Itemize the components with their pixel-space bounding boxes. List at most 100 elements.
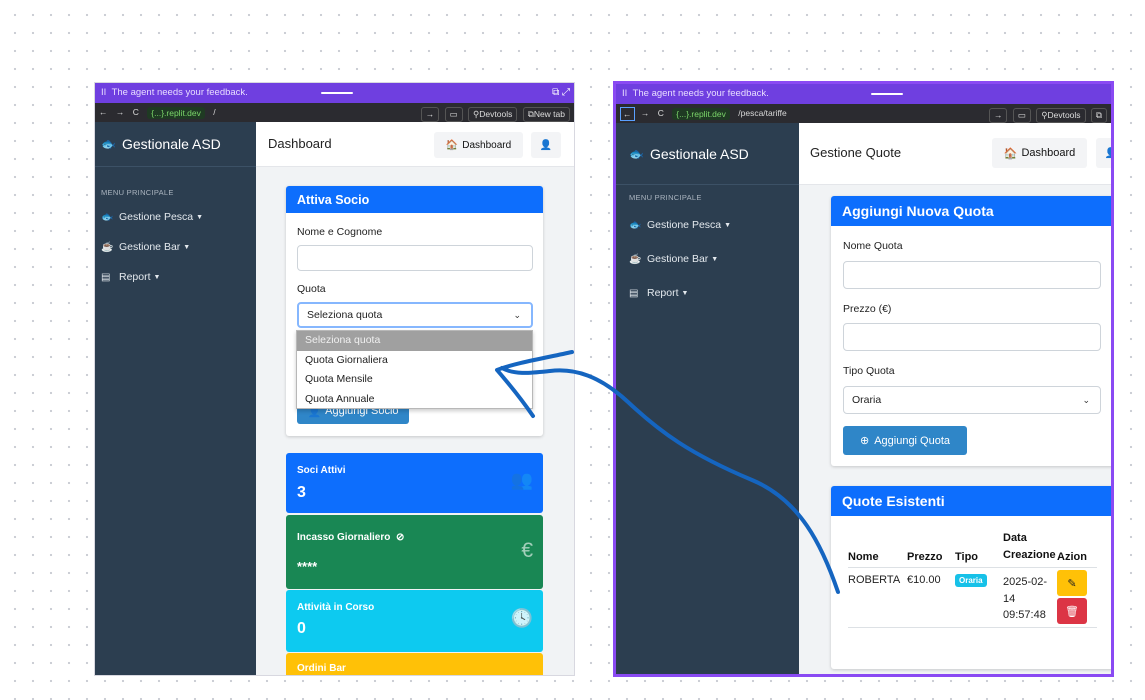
dropdown-option[interactable]: Quota Annuale: [297, 390, 532, 410]
caret-down-icon: ▼: [724, 221, 732, 229]
coffee-icon: ☕: [629, 253, 642, 265]
new-tab-button[interactable]: ⧉ New tab: [522, 107, 570, 123]
nome-quota-input[interactable]: [843, 261, 1101, 289]
brand[interactable]: 🐟 Gestionale ASD: [95, 122, 256, 167]
drag-handle[interactable]: [321, 92, 353, 94]
stat-card-incasso[interactable]: Incasso Giornaliero ⊘ **** €: [286, 515, 543, 589]
url-host[interactable]: {...}.replit.dev: [672, 107, 730, 120]
caret-down-icon: ▼: [681, 289, 689, 297]
cell-nome: ROBERTA: [848, 574, 901, 586]
quota-select[interactable]: Seleziona quota ⌄: [297, 302, 533, 328]
page-title: Gestione Quote: [810, 145, 902, 160]
stat-card-attivita[interactable]: Attività in Corso 0 🕓: [286, 590, 543, 652]
quota-label: Quota: [297, 283, 326, 295]
col-data-creazione[interactable]: Data Creazione: [1003, 530, 1057, 568]
col-tipo[interactable]: Tipo: [955, 530, 1003, 568]
banner-text: The agent needs your feedback.: [111, 87, 248, 98]
url-path[interactable]: /pesca/tariffe: [738, 104, 787, 123]
col-nome[interactable]: Nome: [848, 530, 907, 568]
url-bar: ← → C {...}.replit.dev / → ▭ ⚲ Devtools …: [95, 103, 574, 123]
caret-down-icon: ▼: [183, 243, 191, 251]
menu-header: MENU PRINCIPALE: [101, 188, 174, 197]
stat-title: Soci Attivi: [297, 465, 346, 476]
user-button[interactable]: 👤: [1096, 138, 1111, 168]
url-path[interactable]: /: [213, 103, 215, 122]
table-header-row: Nome Prezzo Tipo Data Creazione Azion: [848, 530, 1097, 568]
sidebar-item-report[interactable]: ▤ Report ▼: [95, 271, 256, 283]
reload-icon[interactable]: C: [658, 104, 664, 123]
forward-icon[interactable]: →: [420, 107, 440, 123]
plus-circle-icon: ⊕: [859, 435, 870, 447]
brand-name: Gestionale ASD: [649, 145, 749, 162]
sidebar: 🐟 Gestionale ASD MENU PRINCIPALE 🐟 Gestio…: [616, 123, 799, 674]
stat-value: ****: [297, 559, 318, 574]
stat-card-soci-attivi[interactable]: Soci Attivi 3 👥: [286, 453, 543, 513]
forward-icon[interactable]: →: [116, 103, 125, 122]
url-bar: ← → C {...}.replit.dev /pesca/tariffe → …: [616, 104, 1111, 124]
card-title: Aggiungi Nuova Quota: [831, 196, 1111, 226]
agent-feedback-banner: II The agent needs your feedback. ⧉ ⤢: [95, 83, 574, 103]
back-icon[interactable]: ←: [99, 103, 108, 122]
fish-icon: 🐟: [629, 146, 644, 161]
sidebar-item-gestione-pesca[interactable]: 🐟 Gestione Pesca ▼: [95, 211, 256, 223]
gestione-quote-screenshot: II The agent needs your feedback. ← → C …: [613, 81, 1114, 677]
reload-icon[interactable]: C: [133, 103, 139, 122]
aggiungi-quota-card: Aggiungi Nuova Quota Nome Quota Prezzo (…: [831, 196, 1111, 466]
card-title: Quote Esistenti: [831, 486, 1111, 516]
fish-icon: 🐟: [629, 219, 642, 231]
user-button[interactable]: 👤: [531, 132, 561, 158]
stat-title: Incasso Giornaliero: [297, 532, 391, 543]
caret-down-icon: ▼: [711, 255, 719, 263]
forward-icon[interactable]: →: [641, 104, 650, 123]
dropdown-option[interactable]: Quota Mensile: [297, 370, 532, 390]
banner-text: The agent needs your feedback.: [632, 88, 769, 99]
quota-dropdown: Seleziona quota Quota Giornaliera Quota …: [296, 330, 533, 409]
dropdown-option[interactable]: Quota Giornaliera: [297, 351, 532, 371]
screen-icon[interactable]: ▭: [1012, 108, 1031, 124]
external-link-icon: ⧉: [527, 109, 534, 120]
quote-esistenti-card: Quote Esistenti Nome Prezzo Tipo Data Cr…: [831, 486, 1111, 669]
stat-title: Attività in Corso: [297, 602, 375, 613]
screen-icon[interactable]: ▭: [444, 107, 463, 123]
users-icon: 👥: [510, 470, 533, 490]
home-icon: 🏠: [445, 139, 459, 151]
delete-button[interactable]: 🗑: [1057, 598, 1087, 624]
sidebar-item-gestione-bar[interactable]: ☕ Gestione Bar ▼: [95, 241, 256, 253]
pause-icon: II: [101, 87, 112, 98]
caret-down-icon: ▼: [153, 273, 161, 281]
chart-icon: ▤: [101, 271, 111, 283]
eye-slash-icon[interactable]: ⊘: [396, 532, 404, 543]
col-prezzo[interactable]: Prezzo: [907, 530, 955, 568]
tipo-quota-select[interactable]: Oraria ⌄: [843, 386, 1101, 414]
home-icon: 🏠: [1003, 147, 1018, 160]
prezzo-input[interactable]: [843, 323, 1101, 351]
url-host[interactable]: {...}.replit.dev: [147, 106, 205, 119]
brand-name: Gestionale ASD: [121, 136, 221, 152]
external-link-icon[interactable]: ⧉: [1090, 108, 1107, 124]
devtools-button[interactable]: ⚲ Devtools: [1036, 108, 1086, 124]
col-azioni: Azion: [1057, 551, 1087, 563]
devtools-button[interactable]: ⚲ Devtools: [468, 107, 518, 123]
forward-icon[interactable]: →: [988, 108, 1008, 124]
sidebar-item-gestione-bar[interactable]: ☕ Gestione Bar ▼: [616, 253, 799, 265]
prezzo-label: Prezzo (€): [843, 303, 892, 315]
dashboard-screenshot: II The agent needs your feedback. ⧉ ⤢ ← …: [94, 82, 575, 676]
aggiungi-quota-button[interactable]: ⊕ Aggiungi Quota: [843, 426, 967, 455]
stat-card-ordini-bar[interactable]: Ordini Bar: [286, 653, 543, 675]
sidebar-item-report[interactable]: ▤ Report ▼: [616, 287, 799, 299]
nome-quota-label: Nome Quota: [843, 240, 903, 252]
dropdown-option[interactable]: Seleziona quota: [297, 331, 532, 351]
quote-table: Nome Prezzo Tipo Data Creazione Azion RO…: [848, 530, 1097, 628]
stat-title: Ordini Bar: [297, 663, 346, 674]
dashboard-button[interactable]: 🏠 Dashboard: [434, 132, 523, 158]
name-input[interactable]: [297, 245, 533, 271]
dashboard-button[interactable]: 🏠 Dashboard: [992, 138, 1087, 168]
brand[interactable]: 🐟 Gestionale ASD: [616, 123, 799, 185]
window-icons[interactable]: ⧉ ⤢: [552, 83, 570, 103]
drag-handle[interactable]: [871, 93, 903, 95]
page-title: Dashboard: [268, 136, 332, 151]
sidebar-item-gestione-pesca[interactable]: 🐟 Gestione Pesca ▼: [616, 219, 799, 231]
back-icon[interactable]: ←: [620, 106, 635, 121]
edit-button[interactable]: ✎: [1057, 570, 1087, 596]
euro-icon: €: [521, 539, 533, 562]
